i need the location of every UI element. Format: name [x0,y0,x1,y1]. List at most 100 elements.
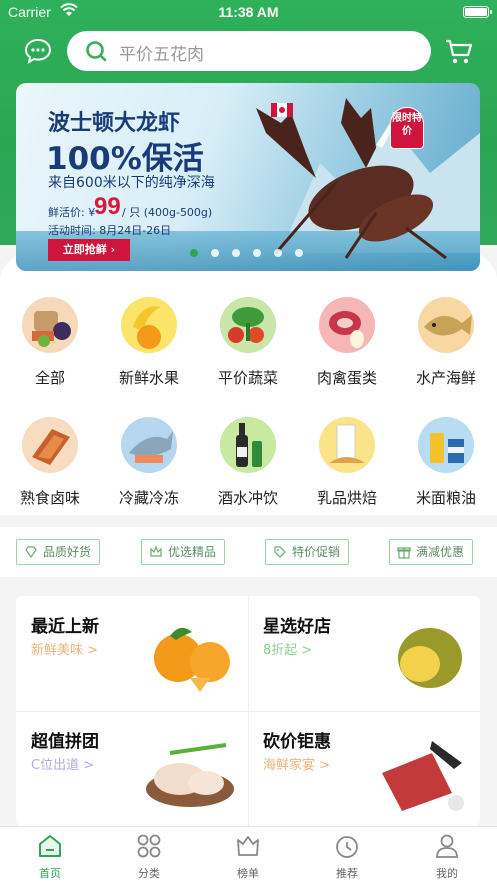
carousel-dot[interactable] [232,249,240,257]
block-subtitle: C位出道 > [31,758,95,773]
category-label: 全部 [34,369,65,387]
block-subtitle: 新鲜美味 > [31,643,99,658]
seafood-icon [382,741,464,811]
promo-blocks: 最近上新 新鲜美味 > 星选好店 8折起 > 超值拼团 C位出道 > 砍价钜惠 … [16,596,480,826]
tag-discount[interactable]: 满减优惠 [389,539,474,565]
category-drinks[interactable]: 酒水冲饮 [203,417,293,508]
wine-bottle-icon [220,417,276,473]
tab-label: 榜单 [237,867,259,880]
frozen-fish-icon [121,417,177,473]
block-title: 超值拼团 [31,732,99,752]
carousel-dots[interactable] [190,249,303,259]
tab-label: 推荐 [336,867,358,880]
tag-label: 优选精品 [168,545,217,559]
tab-recommend[interactable]: 推荐 [317,833,377,881]
status-bar: Carrier 11:38 AM [0,0,497,26]
banana-orange-icon [121,297,177,353]
block-bargain[interactable]: 砍价钜惠 海鲜家宴 > [248,711,480,826]
category-seafood[interactable]: 水产海鲜 [401,297,491,388]
banner-price-unit: / 只 (400g-500g) [122,206,213,219]
category-all[interactable]: 全部 [5,297,95,388]
meat-egg-icon [319,297,375,353]
category-cooked[interactable]: 熟食卤味 [5,417,95,508]
vegetables-icon [220,297,276,353]
search-input[interactable]: 平价五花肉 [67,31,431,71]
block-subtitle: 海鲜家宴 > [263,758,331,773]
fish-icon [418,297,474,353]
recommend-icon [336,836,358,858]
tag-sale[interactable]: 特价促销 [265,539,350,565]
tab-home[interactable]: 首页 [20,833,80,881]
category-fruit[interactable]: 新鲜水果 [104,297,194,388]
tag-selected[interactable]: 优选精品 [141,539,226,565]
crown-icon [150,545,162,557]
tag-label: 品质好货 [43,545,92,559]
tab-label: 我的 [436,867,458,880]
block-featured-stores[interactable]: 星选好店 8折起 > [248,596,480,711]
tag-quality[interactable]: 品质好货 [16,539,101,565]
cart-icon[interactable] [444,38,474,66]
feature-tags: 品质好货 优选精品 特价促销 满减优惠 [0,527,497,577]
durian-icon [398,628,462,688]
search-icon [86,41,107,62]
category-label: 乳品烘焙 [316,489,377,507]
crown-ranking-icon [237,836,259,856]
tab-label: 首页 [39,867,61,880]
category-label: 熟食卤味 [19,489,80,507]
home-icon [39,835,61,857]
category-label: 平价蔬菜 [217,369,278,387]
carousel-dot[interactable] [274,249,282,257]
gift-icon [397,547,411,559]
category-label: 米面粮油 [415,489,476,507]
category-vegetables[interactable]: 平价蔬菜 [203,297,293,388]
tag-label: 特价促销 [292,545,341,559]
promo-banner[interactable]: 波士顿大龙虾 100%保活 来自600米以下的纯净深海 鲜活价: ¥ 99 / … [16,83,480,271]
carousel-dot[interactable] [253,249,261,257]
tab-profile[interactable]: 我的 [417,833,477,881]
tab-label: 分类 [138,867,160,880]
category-grid: 全部 新鲜水果 平价蔬菜 肉禽蛋类 水产海鲜 熟食卤味 冷藏冷冻 酒水冲饮 乳品… [0,279,497,515]
category-label: 新鲜水果 [118,369,179,387]
category-grid-icon [137,834,161,858]
oil-rice-icon [418,417,474,473]
assorted-groceries-icon [22,297,78,353]
profile-icon [436,834,458,858]
buy-now-button[interactable]: 立即抢鲜 › [48,239,130,261]
tab-ranking[interactable]: 榜单 [218,833,278,881]
category-label: 冷藏冷冻 [118,489,179,507]
block-title: 砍价钜惠 [263,732,331,752]
carousel-dot[interactable] [295,249,303,257]
status-time: 11:38 AM [218,4,279,20]
milk-bread-icon [319,417,375,473]
block-subtitle: 8折起 > [263,643,313,658]
banner-price: 99 [94,193,121,220]
category-label: 肉禽蛋类 [316,369,377,387]
lobster-illustration [256,98,447,260]
message-icon[interactable] [24,38,52,64]
banner-price-label: 鲜活价: ¥ [48,206,96,219]
block-title: 最近上新 [31,617,99,637]
search-placeholder: 平价五花肉 [119,45,204,65]
category-meat[interactable]: 肉禽蛋类 [302,297,392,388]
carousel-dot[interactable] [211,249,219,257]
chicken-icon [146,743,234,807]
category-frozen[interactable]: 冷藏冷冻 [104,417,194,508]
category-dairy[interactable]: 乳品烘焙 [302,417,392,508]
banner-date: 活动时间: 8月24日-26日 [48,224,172,237]
limited-offer-badge: 限时特价 [390,107,424,149]
banner-subtitle: 来自600米以下的纯净深海 [48,175,215,191]
tag-label: 满减优惠 [416,545,465,559]
price-tag-icon [274,546,286,558]
tab-bar: 首页 分类 榜单 推荐 我的 [0,826,497,883]
block-group-buy[interactable]: 超值拼团 C位出道 > [16,711,248,826]
category-grain-oil[interactable]: 米面粮油 [401,417,491,508]
tab-category[interactable]: 分类 [119,833,179,881]
block-new-arrivals[interactable]: 最近上新 新鲜美味 > [16,596,248,711]
cooked-meat-icon [22,417,78,473]
oranges-icon [154,627,230,692]
block-title: 星选好店 [263,617,331,637]
diamond-icon [25,546,37,559]
category-label: 水产海鲜 [415,369,476,387]
category-label: 酒水冲饮 [217,489,278,507]
carousel-dot[interactable] [190,249,198,257]
